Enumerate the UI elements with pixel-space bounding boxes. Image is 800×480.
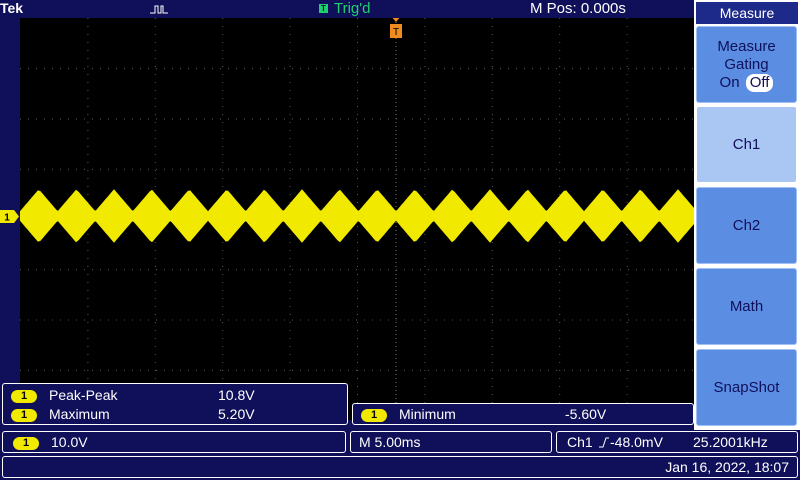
brand-label: Tek [0,0,24,16]
trigger-position-marker[interactable]: T [20,18,694,420]
horizontal-position: M Pos: 0.000s [530,0,626,17]
measurement-value: -5.60V [565,406,607,422]
ch1-ground-marker[interactable]: 1 [0,210,19,223]
ch2-button[interactable]: Ch2 [696,187,797,264]
trigger-readout[interactable]: Ch1 -48.0mV 25.2001kHz [556,431,798,453]
rising-edge-icon [599,437,609,448]
gating-toggle: On Off [719,73,774,92]
frequency: 25.2001kHz [693,434,768,450]
trigger-source: Ch1 [567,434,593,450]
math-button[interactable]: Math [696,268,797,345]
measurement-label: Maximum [49,406,110,422]
measurement-label: Minimum [399,406,456,422]
ch1-chip: 1 [13,436,39,450]
trigger-status-icon: T [319,4,328,13]
trigger-status: T Trig'd [319,0,370,17]
timebase-readout[interactable]: M 5.00ms [350,431,552,453]
timebase: M 5.00ms [359,434,421,450]
trigger-position-label: T [393,27,399,38]
ch1-scale: 1 10.0V [13,433,88,451]
measurement-box-left[interactable]: 1 Peak-Peak 10.8V 1 Maximum 5.20V [2,383,348,425]
gating-off: Off [745,73,774,92]
trigger-level: -48.0mV [610,434,663,450]
ch1-marker-label: 1 [4,213,10,224]
measurement-row-maximum: 1 Maximum 5.20V [11,405,341,423]
ch1-chip: 1 [361,408,387,422]
measurement-box-right[interactable]: 1 Minimum -5.60V [352,403,694,425]
pulse-icon [150,5,168,14]
date-time: Jan 16, 2022, 18:07 [665,459,789,475]
measurement-row-peak-peak: 1 Peak-Peak 10.8V [11,386,341,404]
trigger-arrow-icon [392,18,400,22]
snapshot-button[interactable]: SnapShot [696,349,797,426]
ch1-chip: 1 [11,389,37,403]
measurement-row-minimum: 1 Minimum -5.60V [361,405,687,423]
volts-per-div: 10.0V [51,434,88,450]
waveform-display[interactable]: T [20,18,694,420]
measurement-label: Peak-Peak [49,387,118,403]
measurement-value: 10.8V [218,387,255,403]
gating-line2: Gating [724,55,769,73]
measure-gating-button[interactable]: Measure Gating On Off [696,26,797,103]
ch1-scale-readout[interactable]: 1 10.0V [2,431,346,453]
ch1-button[interactable]: Ch1 [696,106,797,183]
gating-line1: Measure [717,37,776,55]
menu-title: Measure [696,2,798,24]
measurement-value: 5.20V [218,406,255,422]
measure-menu: Measure Measure Gating On Off Ch1 Ch2 Ma… [694,0,800,430]
gating-on: On [719,73,740,91]
ch1-chip: 1 [11,408,37,422]
date-bar: Jan 16, 2022, 18:07 [2,456,798,478]
top-status-bar: Tek T Trig'd M Pos: 0.000s [0,0,694,18]
trigger-status-label: Trig'd [334,0,371,17]
